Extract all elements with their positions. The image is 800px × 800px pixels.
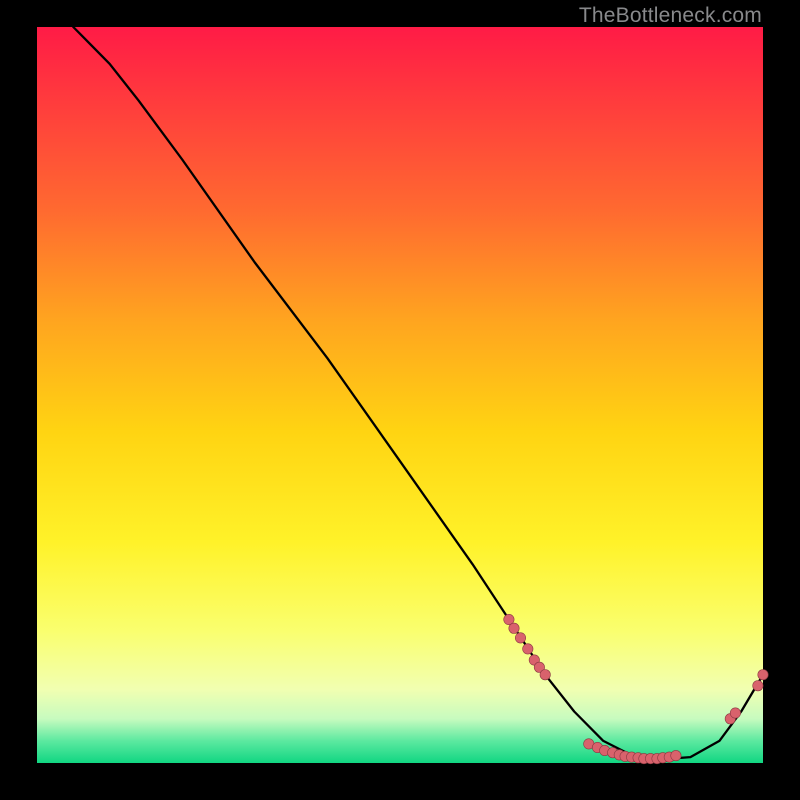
data-point (509, 623, 519, 633)
data-point (753, 681, 763, 691)
bottleneck-curve (73, 27, 763, 759)
chart-stage: TheBottleneck.com (0, 0, 800, 800)
data-point (730, 708, 740, 718)
plot-area (37, 27, 763, 763)
data-point (671, 750, 681, 760)
data-point (523, 644, 533, 654)
marker-group (504, 614, 769, 764)
watermark-text: TheBottleneck.com (579, 4, 762, 28)
chart-overlay (37, 27, 763, 763)
data-point (758, 670, 768, 680)
data-point (540, 670, 550, 680)
data-point (515, 633, 525, 643)
